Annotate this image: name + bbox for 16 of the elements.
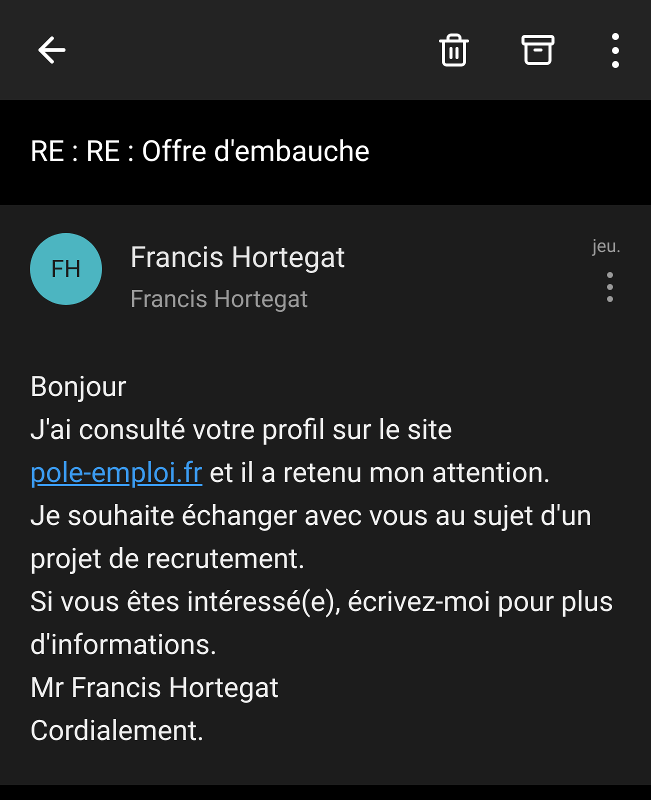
sender-name: Francis Hortegat [130,240,346,277]
body-text: Je souhaite échanger avec vous au sujet d'un projet de recrutement. [30,498,593,576]
body-text: Si vous êtes intéressé(e), écrivez-moi pour plus d'informations. [30,584,614,662]
body-text: Cordialement. [30,712,206,748]
archive-icon [520,32,556,68]
trash-icon [436,32,472,68]
website-link[interactable]: pole-emploi.fr [30,456,202,488]
body-text: Mr Francis Hortegat [30,670,280,706]
body-text: Bonjour [30,368,128,404]
recipient-name: Francis Hortegat [130,284,310,314]
message-date: jeu. [592,235,621,259]
avatar: FH [30,233,102,305]
body-text: J'ai consulté votre profil sur le site pole-emploi.fr et il a retenu mon attention. [30,412,552,490]
more-icon [612,32,619,68]
more-icon [607,272,613,302]
email-subject: RE : RE : Offre d'embauche [30,134,370,171]
